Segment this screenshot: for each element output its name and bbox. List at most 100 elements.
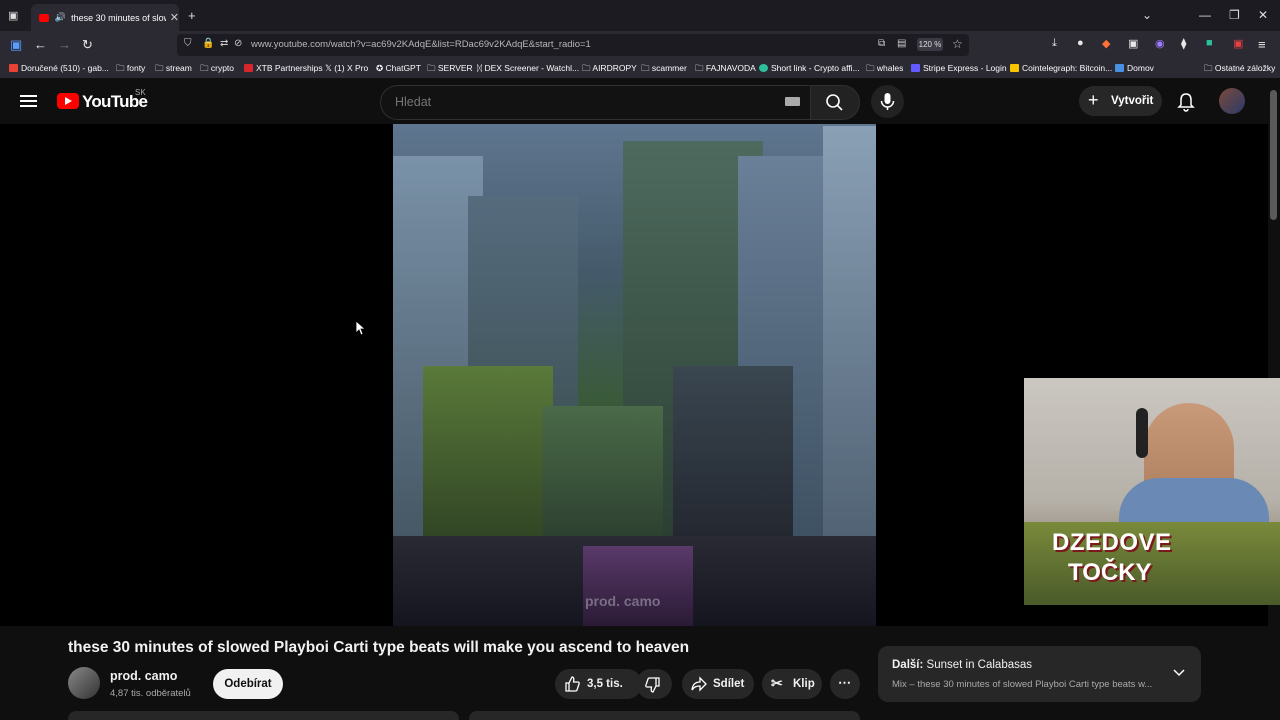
shield-icon[interactable]: ⛉ — [184, 38, 192, 49]
headphones — [1136, 408, 1148, 458]
back-button[interactable]: ← — [34, 37, 47, 52]
chevron-down-icon[interactable] — [1172, 666, 1186, 685]
bookmark-item[interactable]: Cointelegraph: Bitcoin... — [1010, 63, 1112, 73]
comment-box-edge — [68, 711, 459, 720]
channel-avatar[interactable] — [68, 667, 100, 699]
minimize-button[interactable]: — — [1199, 8, 1211, 22]
bookmark-item[interactable]: Stripe Express - Login — [911, 63, 1007, 73]
bookmark-folder[interactable]: 🗀 fonty — [116, 63, 145, 77]
bell-icon — [1177, 93, 1195, 112]
bookmark-folder[interactable]: 🗀 Ostatné záložky — [1204, 63, 1275, 77]
account-icon[interactable]: ● — [1077, 37, 1084, 49]
permissions-icon[interactable]: ⇄ — [220, 38, 228, 49]
folder-icon: 🗀 — [1204, 63, 1215, 73]
banner-title-line1: DZEDOVE — [1052, 529, 1172, 556]
zoom-level[interactable]: 120 % — [917, 38, 943, 51]
stripe-icon — [911, 64, 920, 72]
app-menu-icon[interactable]: ≡ — [1258, 37, 1266, 52]
new-tab-button[interactable]: + — [188, 8, 196, 23]
like-count: 3,5 tis. — [587, 678, 623, 690]
search-input[interactable] — [393, 94, 777, 110]
home-icon — [1115, 64, 1124, 72]
video-frame[interactable] — [393, 124, 876, 626]
bookmark-folder[interactable]: 🗀 AIRDROPY — [582, 63, 637, 77]
thumbs-down-icon — [645, 677, 660, 693]
extension-fox-icon[interactable]: ◆ — [1102, 37, 1110, 50]
folder-icon: 🗀 — [116, 63, 127, 73]
create-label: Vytvořit — [1111, 95, 1154, 107]
building — [583, 546, 693, 626]
hamburger-menu-icon[interactable] — [20, 95, 37, 107]
subscribe-button[interactable]: Odebírat — [213, 669, 283, 699]
browser-tab[interactable]: 🔊 these 30 minutes of slowed Playboi Car… — [31, 4, 179, 31]
short-link-icon — [759, 64, 768, 72]
up-next-card[interactable] — [878, 646, 1201, 702]
bookmark-folder[interactable]: 🗀 SERVER — [427, 63, 473, 77]
bookmarks-bar: Doručené (510) - gab... 🗀 fonty 🗀 stream… — [0, 59, 1280, 78]
downloads-icon[interactable]: ⤓ — [1052, 37, 1057, 50]
extension-red-icon[interactable]: ▣ — [1233, 37, 1243, 50]
bookmark-folder[interactable]: 🗀 whales — [866, 63, 903, 77]
bookmark-folder[interactable]: 🗀 scammer — [641, 63, 687, 77]
subscriber-count: 4,87 tis. odběratelů — [110, 688, 191, 699]
picture-in-picture-icon[interactable]: ⧉ — [878, 38, 885, 49]
youtube-logo-icon[interactable] — [57, 93, 79, 109]
speaker-icon[interactable]: 🔊 — [55, 12, 66, 23]
close-tab-icon[interactable]: ✕ — [170, 11, 179, 24]
tab-list-icon[interactable]: ▣ — [8, 9, 18, 22]
video-title: these 30 minutes of slowed Playboi Carti… — [68, 639, 690, 656]
up-next-title[interactable]: Další: Sunset in Calabasas — [892, 659, 1032, 671]
create-button[interactable]: + Vytvořit — [1079, 86, 1162, 116]
microphone-icon — [880, 93, 895, 110]
keyboard-icon[interactable] — [785, 97, 800, 106]
voice-search-button[interactable] — [871, 85, 904, 118]
bookmark-folder[interactable]: 🗀 crypto — [200, 63, 234, 77]
clip-label: Klip — [793, 678, 815, 690]
video-watermark: prod. camo — [585, 593, 661, 609]
close-window-button[interactable]: ✕ — [1258, 8, 1268, 22]
bookmark-item[interactable]: XTB Partnerships — [244, 63, 323, 73]
bookmark-item[interactable]: ✪ ChatGPT — [376, 63, 421, 74]
bookmark-item[interactable]: Domov — [1115, 63, 1154, 73]
extension-badge-icon[interactable]: ▣ — [1128, 37, 1138, 50]
url-text[interactable]: www.youtube.com/watch?v=ac69v2KAdqE&list… — [251, 39, 591, 50]
plus-icon: + — [1088, 90, 1099, 110]
channel-name[interactable]: prod. camo — [110, 669, 177, 683]
extension-teal-icon[interactable]: ■ — [1206, 37, 1213, 49]
like-button[interactable]: 3,5 tis. — [555, 669, 642, 699]
reader-view-icon[interactable]: ▤ — [897, 38, 906, 49]
restore-button[interactable]: ❐ — [1229, 8, 1240, 22]
folder-icon: 🗀 — [427, 63, 438, 73]
search-button[interactable] — [810, 85, 860, 120]
folder-icon: 🗀 — [155, 63, 166, 73]
user-avatar[interactable] — [1219, 88, 1245, 114]
bookmark-item[interactable]: 𝕏 (1) X Pro — [325, 63, 368, 74]
more-actions-button[interactable]: ⋯ — [830, 669, 860, 699]
notifications-button[interactable] — [1177, 92, 1195, 117]
x-icon: 𝕏 — [325, 63, 335, 73]
bookmark-folder[interactable]: 🗀 stream — [155, 63, 192, 77]
sidebar-toggle-icon[interactable]: ▣ — [10, 37, 22, 53]
xtb-icon — [244, 64, 253, 72]
tab-overflow-chevron-icon[interactable]: ⌄ — [1142, 8, 1152, 22]
dislike-button[interactable] — [636, 669, 672, 699]
thumbs-up-icon — [565, 676, 580, 692]
bookmark-item[interactable]: Short link - Crypto affi... — [759, 63, 860, 73]
clip-button[interactable]: ✂ Klip — [762, 669, 822, 699]
extension-purple-icon[interactable]: ◉ — [1155, 37, 1165, 50]
bookmark-item[interactable]: Doručené (510) - gab... — [9, 63, 109, 73]
scrollbar-thumb[interactable] — [1270, 90, 1277, 220]
reload-button[interactable]: ↻ — [82, 37, 93, 53]
lock-icon[interactable]: 🔒 — [202, 38, 214, 49]
share-label: Sdílet — [713, 678, 745, 690]
up-next-mix: Mix – these 30 minutes of slowed Playboi… — [892, 679, 1153, 690]
camera-off-icon[interactable]: ⊘ — [234, 38, 242, 49]
forward-button[interactable]: → — [58, 37, 71, 52]
extensions-puzzle-icon[interactable]: ⧫ — [1181, 37, 1186, 50]
bookmark-folder[interactable]: 🗀 FAJNAVODA — [695, 63, 756, 77]
up-next-video-title: Sunset in Calabasas — [926, 659, 1033, 671]
share-button[interactable]: Sdílet — [682, 669, 754, 699]
bookmark-star-icon[interactable]: ☆ — [952, 37, 963, 51]
bookmark-item[interactable]: ᛞ DEX Screener - Watchl... — [477, 63, 579, 73]
banner-title-line2: TOČKY — [1068, 559, 1152, 586]
